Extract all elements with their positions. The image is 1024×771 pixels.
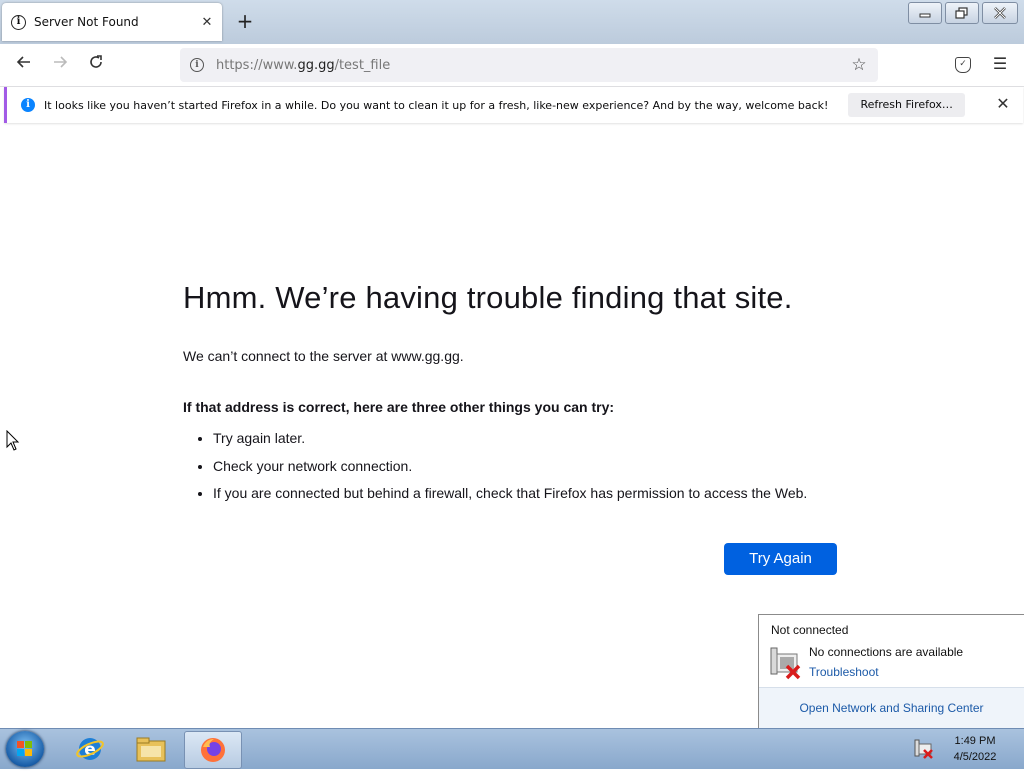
firefox-taskbar-button[interactable] [184, 731, 242, 769]
navigation-bar: i https://www.gg.gg/test_file ☆ ✓ ☰ [0, 44, 1024, 87]
start-button[interactable] [6, 731, 44, 767]
back-button[interactable] [12, 53, 36, 77]
bookmark-star-icon[interactable]: ☆ [846, 55, 872, 75]
restore-icon [955, 7, 968, 19]
page-title: Hmm. We’re having trouble finding that s… [183, 280, 793, 315]
network-disconnected-icon [770, 647, 801, 680]
taskbar: e 1:49 PM 4/5/2022 [0, 728, 1024, 769]
close-tab-icon[interactable]: ✕ [196, 15, 218, 30]
system-clock[interactable]: 1:49 PM 4/5/2022 [944, 733, 1006, 765]
minimize-icon [919, 13, 931, 18]
internet-explorer-icon: e [76, 738, 104, 760]
minimize-button[interactable] [908, 2, 942, 24]
refresh-firefox-button[interactable]: Refresh Firefox… [848, 93, 965, 117]
back-arrow-icon [16, 56, 30, 68]
internet-explorer-taskbar-button[interactable]: e [62, 731, 118, 767]
network-status-popup: Not connected No connections are availab… [758, 614, 1024, 729]
url-prefix: https://www. [216, 57, 298, 73]
list-item: If you are connected but behind a firewa… [213, 485, 807, 513]
reload-button[interactable] [84, 53, 108, 77]
mouse-cursor-icon [6, 430, 20, 451]
url-domain: gg.gg [297, 57, 335, 73]
network-status-label: Not connected [771, 623, 849, 637]
info-icon: i [11, 14, 26, 30]
error-description: We can’t connect to the server at www.gg… [183, 348, 464, 364]
tab-server-not-found[interactable]: i Server Not Found ✕ [2, 3, 222, 41]
url-path: /test_file [334, 57, 391, 73]
tray-network-disconnected-icon[interactable] [914, 739, 934, 759]
refresh-notification-bar: i It looks like you haven’t started Fire… [4, 87, 1023, 123]
restore-button[interactable] [945, 2, 979, 24]
tab-title: Server Not Found [34, 15, 139, 29]
url-text[interactable]: https://www.gg.gg/test_file [216, 58, 846, 73]
clock-date: 4/5/2022 [953, 751, 997, 763]
hamburger-menu-icon[interactable]: ☰ [990, 54, 1010, 74]
info-icon: i [21, 98, 35, 112]
network-message: No connections are available [809, 645, 964, 659]
window-controls [908, 2, 1018, 24]
troubleshoot-link[interactable]: Troubleshoot [809, 665, 879, 679]
file-explorer-taskbar-button[interactable] [123, 731, 179, 767]
windows-logo-icon [17, 741, 32, 756]
network-sharing-center-link[interactable]: Open Network and Sharing Center [759, 687, 1024, 728]
close-notification-icon[interactable]: ✕ [993, 94, 1013, 114]
new-tab-button[interactable]: + [234, 10, 256, 32]
close-window-button[interactable] [982, 2, 1018, 24]
suggestions-heading: If that address is correct, here are thr… [183, 399, 615, 415]
list-item: Check your network connection. [213, 458, 807, 486]
try-again-button[interactable]: Try Again [724, 543, 837, 575]
firefox-icon [201, 738, 225, 762]
url-bar[interactable]: i https://www.gg.gg/test_file ☆ [180, 48, 878, 82]
file-explorer-icon [136, 737, 166, 762]
list-item: Try again later. [213, 430, 807, 458]
site-info-icon[interactable]: i [190, 58, 204, 72]
reload-icon [90, 55, 102, 68]
close-icon [994, 7, 1006, 19]
clock-time: 1:49 PM [954, 735, 996, 747]
notification-text: It looks like you haven’t started Firefo… [44, 98, 829, 112]
title-bar: i Server Not Found ✕ + [0, 0, 1024, 45]
forward-arrow-icon [54, 56, 68, 68]
pocket-icon[interactable]: ✓ [955, 57, 971, 73]
suggestions-list: Try again later. Check your network conn… [183, 430, 807, 513]
forward-button[interactable] [48, 53, 72, 77]
